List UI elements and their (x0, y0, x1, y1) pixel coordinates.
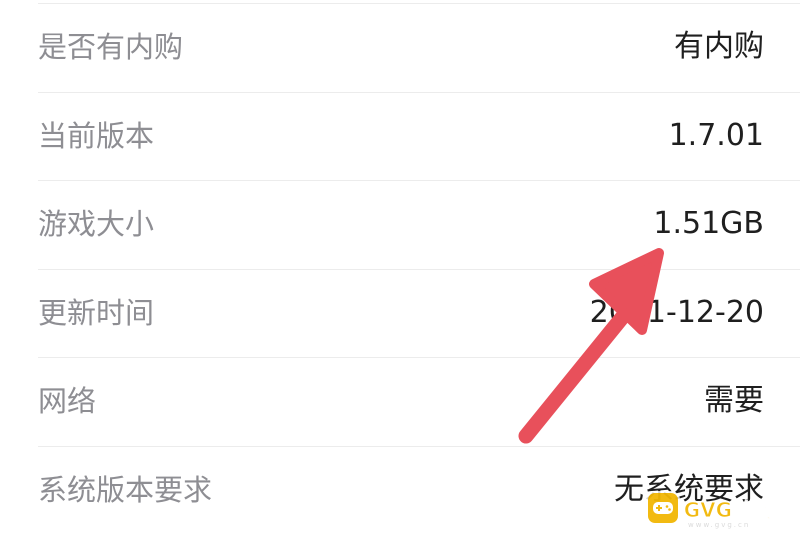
info-row-network: 网络 需要 (0, 357, 800, 446)
info-value: 需要 (704, 383, 764, 418)
info-value: 1.51GB (653, 206, 764, 241)
info-label: 更新时间 (38, 295, 155, 330)
app-info-screen: 是否有内购 有内购 当前版本 1.7.01 游戏大小 1.51GB 更新时间 2… (0, 0, 800, 533)
info-label: 当前版本 (38, 118, 155, 153)
watermark-subtext: www.gvg.cn (688, 521, 751, 529)
info-label: 系统版本要求 (38, 472, 213, 507)
info-value: 1.7.01 (668, 117, 764, 153)
info-row-update-time: 更新时间 2021-12-20 (0, 268, 800, 358)
info-value: 有内购 (674, 29, 764, 64)
info-row-size: 游戏大小 1.51GB (0, 180, 800, 269)
info-label: 网络 (38, 384, 97, 418)
watermark-text: GVG游戏网 (683, 497, 792, 522)
info-row-version: 当前版本 1.7.01 (0, 91, 800, 181)
info-label: 游戏大小 (38, 207, 155, 241)
site-watermark: GVG游戏网 www.gvg.cn (648, 492, 793, 529)
app-info-list: 是否有内购 有内购 当前版本 1.7.01 游戏大小 1.51GB 更新时间 2… (0, 3, 800, 533)
info-label: 是否有内购 (38, 30, 184, 64)
info-row-in-app-purchase: 是否有内购 有内购 (0, 3, 800, 92)
gamepad-icon (648, 493, 678, 523)
info-value: 2021-12-20 (589, 294, 764, 330)
